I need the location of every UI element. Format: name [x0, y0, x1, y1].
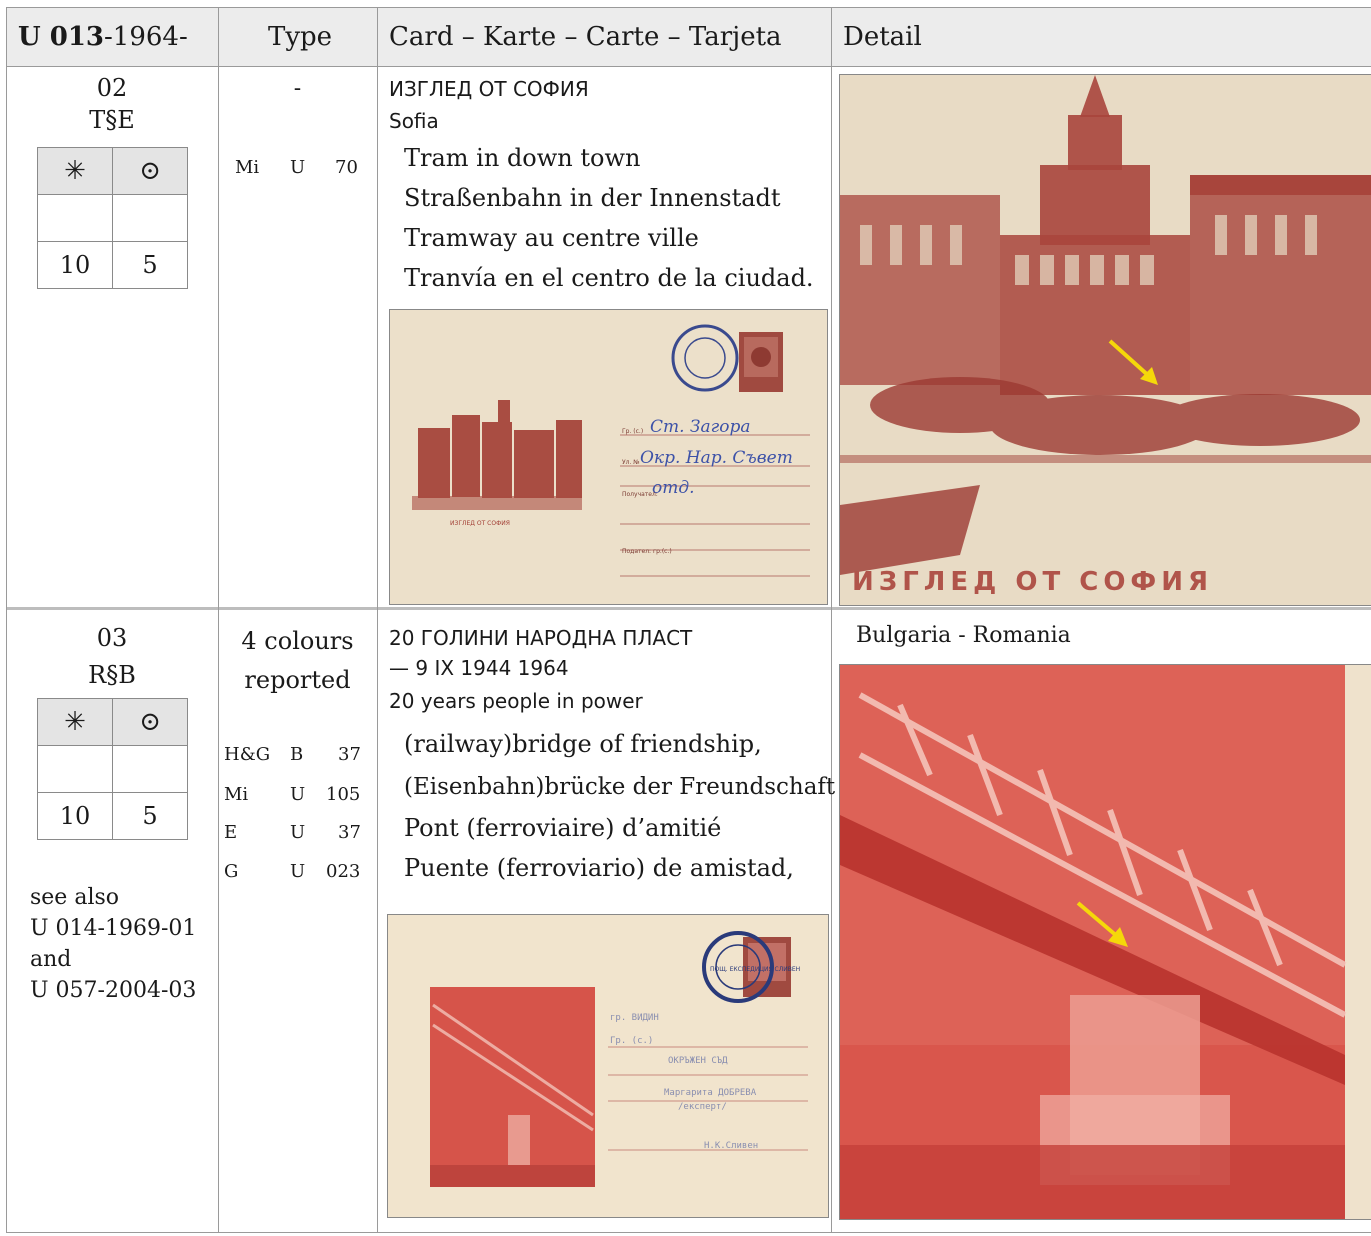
- svg-text:Подател: гр.(с.): Подател: гр.(с.): [622, 548, 672, 555]
- header-type: Type: [268, 22, 333, 52]
- catalogue-ref: Mi U 70: [235, 157, 358, 178]
- desc-line: Tram in down town: [404, 144, 641, 172]
- see-also: see also U 014-1969-01 and U 057-2004-03: [30, 882, 196, 1006]
- svg-text:Ст. Загора: Ст. Загора: [650, 417, 751, 437]
- desc-line: Tranvía en el centro de la ciudad.: [404, 264, 814, 292]
- svg-text:отд.: отд.: [652, 478, 695, 498]
- mint-value: 10: [37, 792, 113, 840]
- detail-caption: Bulgaria - Romania: [856, 623, 1071, 648]
- svg-text:Окр. Нар. Съвет: Окр. Нар. Съвет: [640, 448, 793, 468]
- catalogue-ref: E U 37: [224, 822, 361, 843]
- row-code: R§B: [88, 661, 136, 689]
- grid-line: [6, 7, 1371, 8]
- empty-cell: [112, 194, 188, 242]
- card-title-cyrillic: 20 ГОЛИНИ НАРОДНА ПЛАСТ: [389, 626, 693, 650]
- catalogue-ref: G U 023: [224, 861, 361, 882]
- detail-image: [839, 664, 1371, 1220]
- envelope-image: ИЗГЛЕД ОТ СОФИЯ Гр. (с.) Ул. № Получател…: [389, 309, 828, 605]
- svg-text:ИЗГЛЕД ОТ СОФИЯ: ИЗГЛЕД ОТ СОФИЯ: [450, 520, 510, 527]
- header-card: Card – Karte – Carte – Tarjeta: [389, 22, 782, 52]
- envelope-image: ПОЩ. ЕКСПЕДИЦИЯ СЛИВЕН гр. ВИДИН Гр. (с.…: [387, 914, 829, 1218]
- detail-image: ИЗГЛЕД ОТ СОФИЯ: [839, 74, 1371, 606]
- grid-line: [6, 7, 7, 1233]
- grid-line: [6, 66, 1371, 67]
- row-number: 03: [96, 624, 128, 652]
- desc-line: Puente (ferroviario) de amistad,: [404, 854, 794, 882]
- used-icon: ⊙: [112, 698, 188, 746]
- row-divider: [6, 607, 1371, 610]
- desc-line: (railway)bridge of friendship,: [404, 730, 762, 758]
- value-table: ✳ ⊙ 10 5: [37, 698, 188, 840]
- see-also-link: U 057-2004-03: [30, 978, 197, 1003]
- catalogue-ref: H&G B 37: [224, 744, 361, 765]
- grid-line: [377, 7, 378, 1233]
- svg-text:Маргарита ДОБРЕВА: Маргарита ДОБРЕВА: [664, 1088, 757, 1098]
- used-icon: ⊙: [112, 147, 188, 195]
- desc-line: (Eisenbahn)brücke der Freundschaft: [404, 774, 836, 800]
- envelope-illustration: ПОЩ. ЕКСПЕДИЦИЯ СЛИВЕН гр. ВИДИН Гр. (с.…: [388, 915, 828, 1217]
- envelope-illustration: ИЗГЛЕД ОТ СОФИЯ Гр. (с.) Ул. № Получател…: [390, 310, 827, 604]
- value-table: ✳ ⊙ 10 5: [37, 147, 188, 289]
- desc-line: Straßenbahn in der Innenstadt: [404, 184, 781, 212]
- empty-cell: [37, 745, 113, 793]
- row-number: 02: [96, 74, 128, 102]
- row-code: T§E: [89, 106, 135, 134]
- mint-icon: ✳: [37, 147, 113, 195]
- svg-text:ПОЩ. ЕКСПЕДИЦИЯ СЛИВЕН: ПОЩ. ЕКСПЕДИЦИЯ СЛИВЕН: [710, 966, 800, 973]
- see-also-link: U 014-1969-01: [30, 916, 197, 941]
- catalogue-ref: Mi U 105: [224, 784, 361, 805]
- mint-icon: ✳: [37, 698, 113, 746]
- used-value: 5: [112, 241, 188, 289]
- type-note: 4 colours reported: [241, 627, 354, 694]
- card-title-cyrillic: — 9 IX 1944 1964: [389, 656, 569, 680]
- empty-cell: [37, 194, 113, 242]
- svg-text:Ул. №: Ул. №: [622, 459, 640, 466]
- card-title-latin: 20 years people in power: [389, 689, 643, 713]
- header-detail: Detail: [843, 22, 922, 52]
- svg-text:Гр. (с.): Гр. (с.): [610, 1036, 653, 1046]
- empty-cell: [112, 745, 188, 793]
- svg-text:Гр. (с.): Гр. (с.): [622, 428, 643, 435]
- svg-text:/експерт/: /експерт/: [678, 1102, 727, 1112]
- mint-value: 10: [37, 241, 113, 289]
- svg-text:гр. ВИДИН: гр. ВИДИН: [610, 1013, 659, 1023]
- desc-line: Pont (ferroviaire) d’amitié: [404, 814, 722, 842]
- used-value: 5: [112, 792, 188, 840]
- catalogue-code: U 013-1964-: [18, 22, 188, 52]
- card-title-cyrillic: ИЗГЛЕД ОТ СОФИЯ: [389, 77, 589, 101]
- svg-text:Н.К.Сливен: Н.К.Сливен: [704, 1141, 758, 1151]
- card-title-latin: Sofia: [389, 109, 439, 133]
- grid-line: [831, 7, 832, 1233]
- svg-text:ОКРЪЖЕН СЪД: ОКРЪЖЕН СЪД: [668, 1056, 728, 1066]
- detail-caption: ИЗГЛЕД ОТ СОФИЯ: [852, 567, 1213, 597]
- detail-illustration: [840, 665, 1371, 1219]
- grid-line: [218, 7, 219, 1233]
- detail-illustration: ИЗГЛЕД ОТ СОФИЯ: [840, 75, 1371, 605]
- type-value: -: [293, 76, 302, 101]
- desc-line: Tramway au centre ville: [404, 224, 699, 252]
- grid-line: [6, 1232, 1371, 1233]
